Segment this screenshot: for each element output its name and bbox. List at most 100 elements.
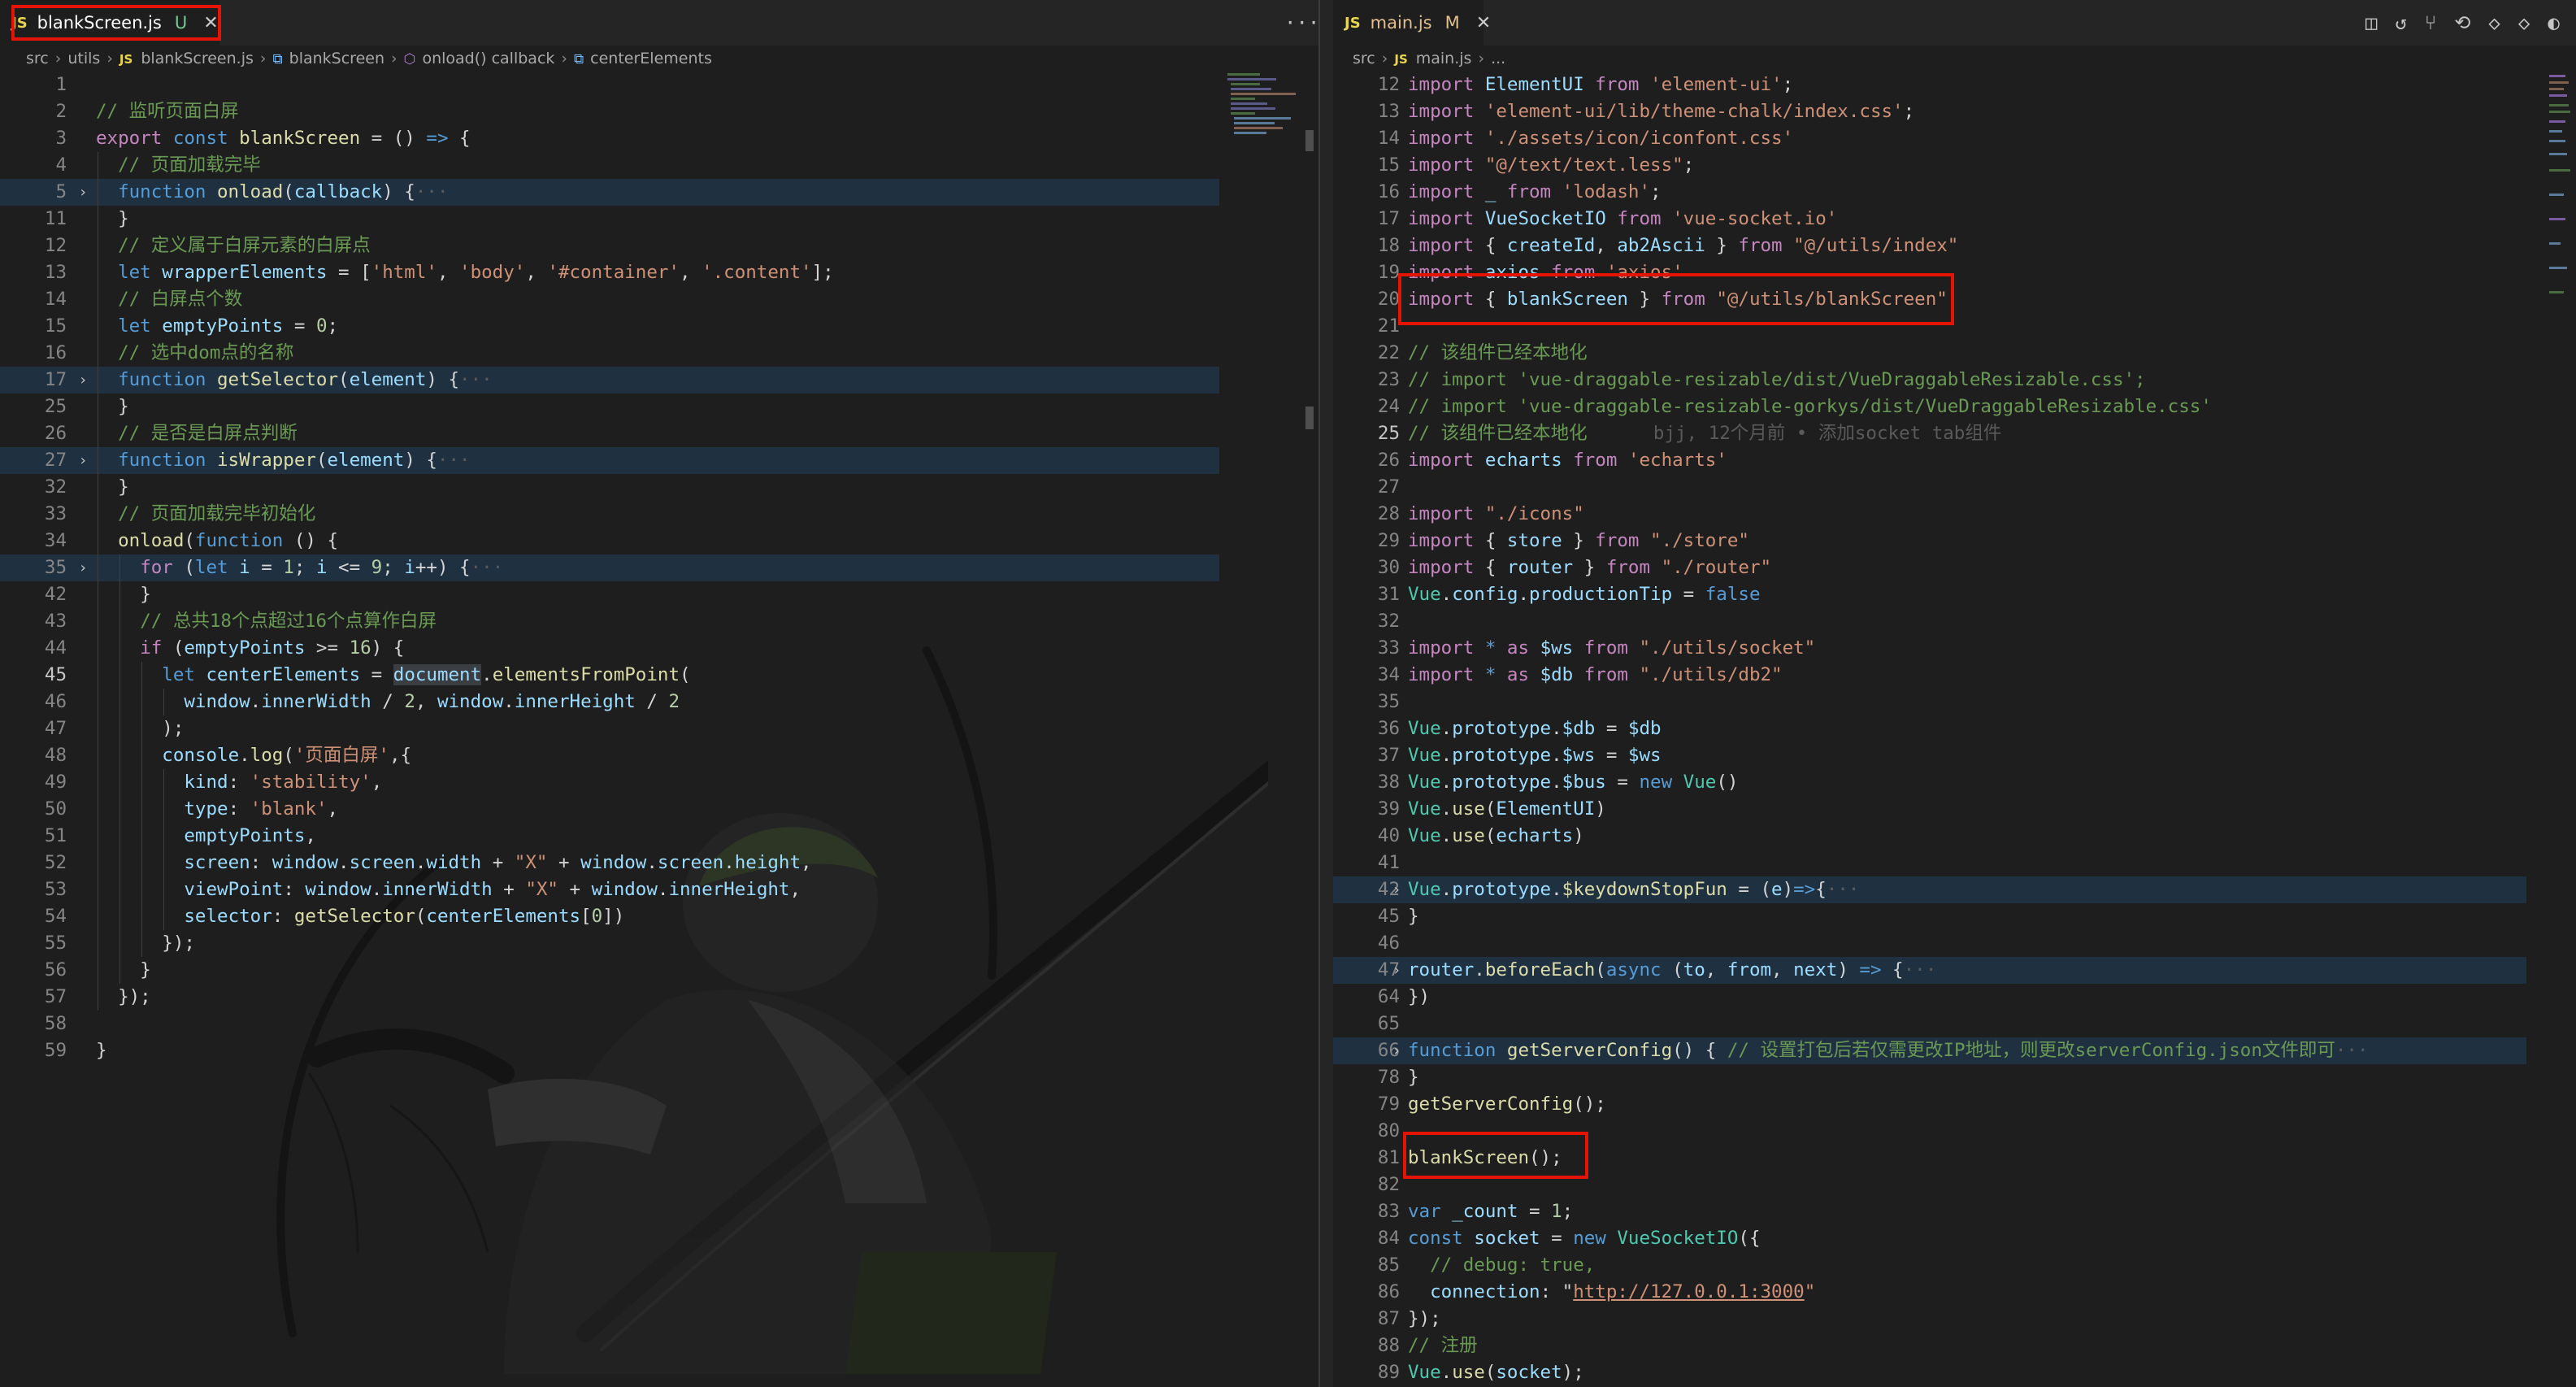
code-line[interactable]: 35 › for (let i = 1; i <= 9; i++) {··· xyxy=(0,554,1219,581)
fold-chevron-icon[interactable]: › xyxy=(75,179,91,206)
vertical-scrollbar-left[interactable] xyxy=(1305,130,1314,151)
source-control-icon[interactable]: ⑂ xyxy=(2425,11,2436,34)
minimap-left[interactable] xyxy=(1219,72,1309,145)
code-line[interactable]: 89 Vue.use(socket); xyxy=(1333,1359,2576,1386)
code-editor-left[interactable]: 1 2// 监听页面白屏 3 export const blankScreen = (… xyxy=(0,72,1318,1064)
code-line[interactable]: 48 console.log('页面白屏',{ xyxy=(0,742,1318,769)
breadcrumb-item[interactable]: src xyxy=(26,50,49,67)
breadcrumb-item[interactable]: ⧉ blankScreen xyxy=(273,50,385,67)
code-line[interactable]: 47 › router.beforeEach(async (to, from, ne… xyxy=(1333,957,2526,984)
code-line[interactable]: 15 let emptyPoints = 0; xyxy=(0,313,1318,340)
code-line[interactable]: 5 › function onload(callback) {··· xyxy=(0,179,1219,206)
code-line[interactable]: 26 import echarts from 'echarts' xyxy=(1333,447,2576,474)
code-line[interactable]: 52 screen: window.screen.width + "X" + wi… xyxy=(0,850,1318,876)
code-line[interactable]: 30 import { router } from "./router" xyxy=(1333,554,2576,581)
code-line[interactable]: 32} xyxy=(0,474,1318,501)
breadcrumb-item[interactable]: JS main.js xyxy=(1394,50,1471,67)
code-line[interactable]: 33 import * as $ws from "./utils/socket" xyxy=(1333,635,2576,662)
breadcrumb-item[interactable]: ... xyxy=(1491,50,1505,67)
code-line[interactable]: 16 import _ from 'lodash'; xyxy=(1333,179,2576,206)
code-line[interactable]: 58 xyxy=(0,1011,1318,1037)
next-change-icon[interactable]: ◇ xyxy=(2518,11,2530,34)
code-line[interactable]: 84 const socket = new VueSocketIO({ xyxy=(1333,1225,2576,1252)
code-line[interactable]: 13 let wrapperElements = ['html', 'body',… xyxy=(0,259,1318,286)
code-line[interactable]: 59} xyxy=(0,1037,1318,1064)
code-line[interactable]: 24 // import 'vue-draggable-resizable-gor… xyxy=(1333,393,2576,420)
code-line[interactable]: 17 › function getSelector(element) {··· xyxy=(0,367,1219,393)
code-line[interactable]: 14 // 白屏点个数 xyxy=(0,286,1318,313)
code-line[interactable]: 36 Vue.prototype.$db = $db xyxy=(1333,715,2576,742)
code-line[interactable]: 65 xyxy=(1333,1011,2576,1037)
code-line[interactable]: 45} xyxy=(1333,903,2576,930)
vertical-scrollbar-thumb-left[interactable] xyxy=(1305,407,1314,429)
code-line[interactable]: 15 import "@/text/text.less"; xyxy=(1333,152,2576,179)
minimap-right[interactable] xyxy=(2548,72,2572,299)
breadcrumb-item[interactable]: utils xyxy=(67,50,100,67)
code-line[interactable]: 11} xyxy=(0,206,1318,233)
code-line[interactable]: 86 connection: "http://127.0.0.1:3000" xyxy=(1333,1279,2576,1306)
code-line[interactable]: 27 › function isWrapper(element) {··· xyxy=(0,447,1219,474)
code-line[interactable]: 43 // 总共18个点超过16个点算作白屏 xyxy=(0,608,1318,635)
code-line[interactable]: 14 import './assets/icon/iconfont.css' xyxy=(1333,125,2576,152)
code-line[interactable]: 47); xyxy=(0,715,1318,742)
code-line[interactable]: 45 let centerElements = document.elements… xyxy=(0,662,1318,689)
fold-chevron-icon[interactable]: › xyxy=(1388,1037,1405,1064)
code-line[interactable]: 16 // 选中dom点的名称 xyxy=(0,340,1318,367)
code-line[interactable]: 41 xyxy=(1333,850,2576,876)
tab-main-js[interactable]: JS main.js M ✕ xyxy=(1333,0,1491,46)
code-line[interactable]: 88 // 注册 xyxy=(1333,1333,2576,1359)
code-line[interactable]: 85 // debug: true, xyxy=(1333,1252,2576,1279)
code-line[interactable]: 54 selector: getSelector(centerElements[0… xyxy=(0,903,1318,930)
code-line[interactable]: 40 Vue.use(echarts) xyxy=(1333,823,2576,850)
code-line[interactable]: 78} xyxy=(1333,1064,2576,1091)
code-line[interactable]: 25} xyxy=(0,393,1318,420)
breadcrumb-item[interactable]: JS blankScreen.js xyxy=(119,50,254,67)
code-line[interactable]: 31 Vue.config.productionTip = false xyxy=(1333,581,2576,608)
code-line[interactable]: 17 import VueSocketIO from 'vue-socket.io… xyxy=(1333,206,2576,233)
code-line[interactable]: 32 xyxy=(1333,608,2576,635)
code-line[interactable]: 79 getServerConfig(); xyxy=(1333,1091,2576,1118)
code-line[interactable]: 66 › function getServerConfig() { // 设置打包后… xyxy=(1333,1037,2526,1064)
editor-split-divider[interactable] xyxy=(1318,0,1335,1387)
code-line[interactable]: 1 xyxy=(0,72,1318,98)
close-icon[interactable]: ✕ xyxy=(1476,13,1491,33)
breadcrumb-item[interactable]: src xyxy=(1353,50,1375,67)
code-line[interactable]: 42 › Vue.prototype.$keydownStopFun = (e)=>… xyxy=(1333,876,2526,903)
code-line[interactable]: 57}); xyxy=(0,984,1318,1011)
fold-chevron-icon[interactable]: › xyxy=(1388,957,1405,984)
code-line[interactable]: 34 import * as $db from "./utils/db2" xyxy=(1333,662,2576,689)
open-changes-icon[interactable]: ◐ xyxy=(2548,11,2559,34)
code-line[interactable]: 49 kind: 'stability', xyxy=(0,769,1318,796)
code-line[interactable]: 42} xyxy=(0,581,1318,608)
code-line[interactable]: 33 // 页面加载完毕初始化 xyxy=(0,501,1318,528)
code-line[interactable]: 3 export const blankScreen = () => { xyxy=(0,125,1318,152)
code-line[interactable]: 53 viewPoint: window.innerWidth + "X" + w… xyxy=(0,876,1318,903)
fold-chevron-icon[interactable]: › xyxy=(75,554,91,581)
code-line[interactable]: 38 Vue.prototype.$bus = new Vue() xyxy=(1333,769,2576,796)
code-line[interactable]: 39 Vue.use(ElementUI) xyxy=(1333,796,2576,823)
code-line[interactable]: 51 emptyPoints, xyxy=(0,823,1318,850)
code-line[interactable]: 12 // 定义属于白屏元素的白屏点 xyxy=(0,233,1318,259)
revert-icon[interactable]: ⟲ xyxy=(2454,11,2470,34)
code-line[interactable]: 27 xyxy=(1333,474,2576,501)
code-line[interactable]: 44 if (emptyPoints >= 16) { xyxy=(0,635,1318,662)
code-line[interactable]: 2 // 监听页面白屏 xyxy=(0,98,1318,125)
timeline-icon[interactable]: ↺ xyxy=(2395,11,2406,34)
code-line[interactable]: 13 import 'element-ui/lib/theme-chalk/ind… xyxy=(1333,98,2576,125)
breadcrumb-item[interactable]: ⬡ onload() callback xyxy=(404,50,555,67)
fold-chevron-icon[interactable]: › xyxy=(75,367,91,393)
previous-change-icon[interactable]: ◇ xyxy=(2488,11,2500,34)
code-line[interactable]: 29 import { store } from "./store" xyxy=(1333,528,2576,554)
split-editor-icon[interactable]: ◫ xyxy=(2365,11,2377,34)
fold-chevron-icon[interactable]: › xyxy=(1388,876,1405,903)
more-actions-button[interactable]: ··· xyxy=(1284,0,1318,46)
code-line[interactable]: 87}); xyxy=(1333,1306,2576,1333)
code-line[interactable]: 55}); xyxy=(0,930,1318,957)
code-line[interactable]: 37 Vue.prototype.$ws = $ws xyxy=(1333,742,2576,769)
code-line[interactable]: 83 var _count = 1; xyxy=(1333,1198,2576,1225)
code-line[interactable]: 46 xyxy=(1333,930,2576,957)
code-line[interactable]: 64}) xyxy=(1333,984,2576,1011)
code-line[interactable]: 18 import { createId, ab2Ascii } from "@/… xyxy=(1333,233,2576,259)
code-line[interactable]: 26 // 是否是白屏点判断 xyxy=(0,420,1318,447)
fold-chevron-icon[interactable]: › xyxy=(75,447,91,474)
